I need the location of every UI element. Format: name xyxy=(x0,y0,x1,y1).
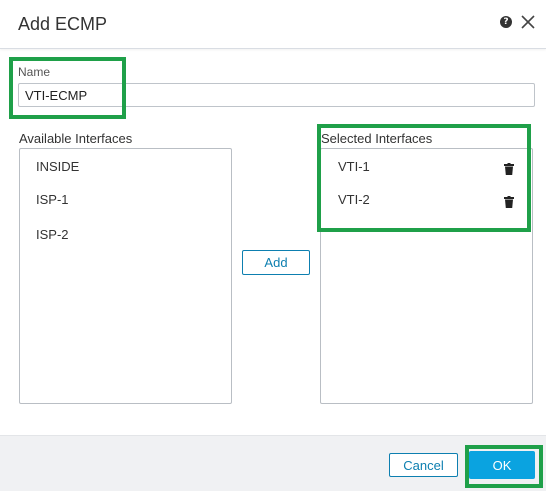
dialog-footer xyxy=(0,435,546,491)
add-ecmp-dialog: Add ECMP ? Name Available Interfaces INS… xyxy=(0,0,546,491)
selected-interfaces-list[interactable]: VTI-1 VTI-2 xyxy=(320,148,533,404)
add-button[interactable]: Add xyxy=(242,250,310,275)
name-input[interactable] xyxy=(18,83,535,107)
ok-button[interactable]: OK xyxy=(469,451,535,479)
dialog-header: Add ECMP ? xyxy=(0,0,546,49)
available-interfaces-label: Available Interfaces xyxy=(19,131,133,146)
name-label: Name xyxy=(18,65,51,79)
list-item[interactable]: ISP-2 xyxy=(36,227,69,242)
list-item[interactable]: VTI-1 xyxy=(338,159,370,174)
list-item[interactable]: VTI-2 xyxy=(338,192,370,207)
trash-icon[interactable] xyxy=(504,163,514,175)
available-interfaces-list[interactable]: INSIDE ISP-1 ISP-2 xyxy=(19,148,232,404)
selected-interfaces-label: Selected Interfaces xyxy=(321,131,433,146)
list-item[interactable]: ISP-1 xyxy=(36,192,69,207)
trash-icon[interactable] xyxy=(504,196,514,208)
help-icon[interactable]: ? xyxy=(500,16,512,28)
cancel-button[interactable]: Cancel xyxy=(389,453,458,477)
dialog-title: Add ECMP xyxy=(18,14,108,34)
list-item[interactable]: INSIDE xyxy=(36,159,79,174)
close-icon[interactable] xyxy=(520,14,536,30)
